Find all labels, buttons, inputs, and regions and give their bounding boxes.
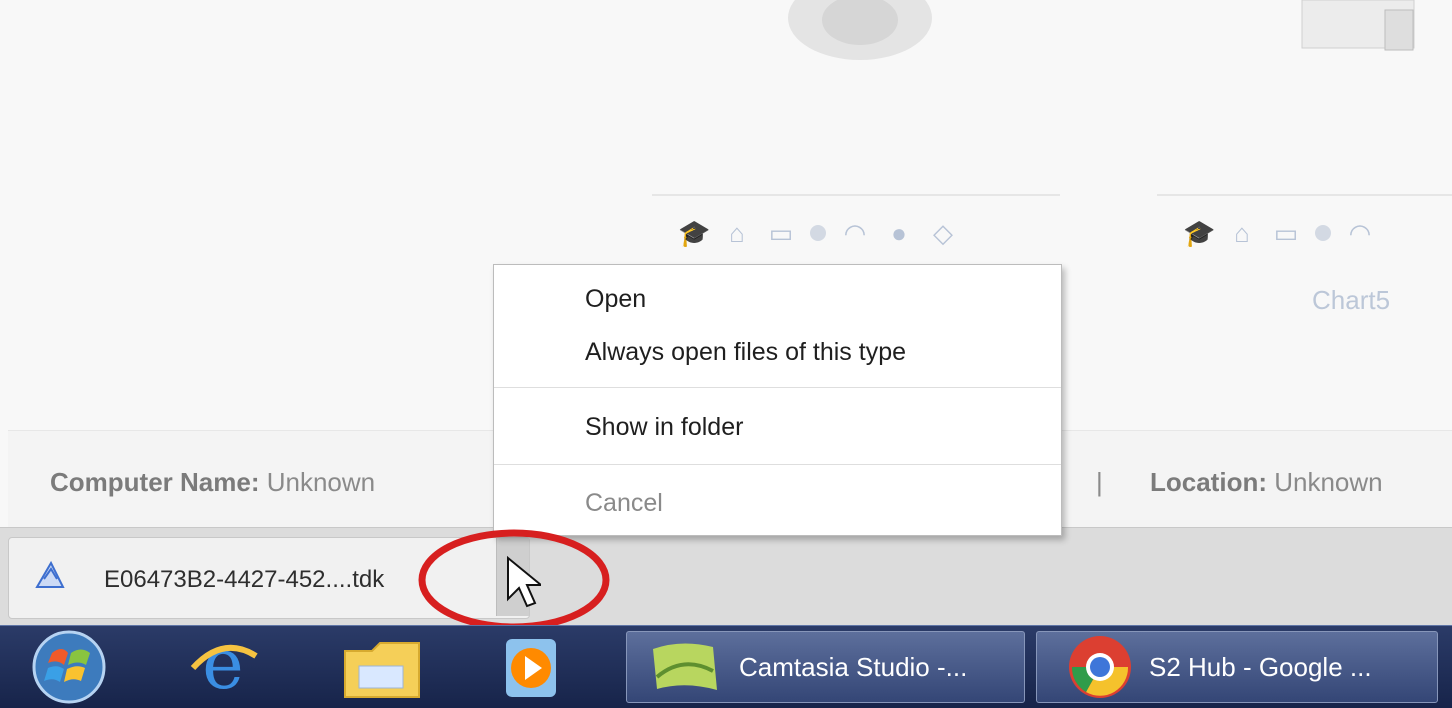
download-file-icon	[35, 560, 65, 588]
status-dot	[1315, 225, 1331, 241]
download-context-menu: Open Always open files of this type Show…	[493, 264, 1062, 536]
info-separator: |	[1096, 467, 1103, 497]
status-icons-left: 🎓 ⌂ ▭ ◠ ● ◇	[678, 218, 958, 248]
internet-explorer-icon[interactable]: e	[178, 630, 268, 706]
location-label: Location:	[1150, 467, 1267, 497]
menu-separator	[494, 387, 1061, 388]
monitor-icon: ▭	[1273, 218, 1299, 248]
taskbar-chrome-label: S2 Hub - Google ...	[1149, 652, 1372, 682]
menu-item-always-open[interactable]: Always open files of this type	[585, 338, 906, 367]
chrome-icon	[1069, 636, 1131, 698]
folder-icon[interactable]	[337, 631, 427, 707]
taskbar-camtasia-label: Camtasia Studio -...	[739, 652, 968, 682]
camtasia-icon	[653, 643, 717, 690]
wifi-icon: ◠	[843, 218, 867, 248]
monitor-icon: ▭	[768, 218, 794, 248]
computer-name-value: Unknown	[266, 467, 376, 497]
taskbar-camtasia[interactable]: Camtasia Studio -...	[626, 631, 1025, 703]
chart-label: Chart5	[1312, 285, 1391, 315]
top-left-partial-icon	[788, 0, 932, 60]
home-icon: ⌂	[729, 218, 745, 248]
graduation-cap-icon: 🎓	[678, 218, 711, 248]
download-file-name[interactable]: E06473B2-4427-452....tdk	[104, 566, 384, 594]
location-value: Unknown	[1274, 467, 1383, 497]
taskbar-chrome[interactable]: S2 Hub - Google ...	[1036, 631, 1438, 703]
media-player-icon[interactable]	[500, 631, 570, 707]
computer-name-info: Computer Name: Unknown	[50, 467, 375, 498]
status-icons-right: 🎓 ⌂ ▭ ◠	[1183, 218, 1375, 248]
chat-icon: ◇	[933, 218, 953, 248]
wifi-icon: ◠	[1348, 218, 1372, 248]
svg-text:e: e	[202, 630, 243, 705]
computer-name-label: Computer Name:	[50, 467, 260, 497]
menu-item-open[interactable]: Open	[585, 285, 646, 314]
home-icon: ⌂	[1234, 218, 1250, 248]
location-info: Location: Unknown	[1150, 467, 1383, 498]
status-dot	[810, 225, 826, 241]
menu-separator	[494, 464, 1061, 465]
circle-icon: ●	[891, 218, 907, 248]
graduation-cap-icon: 🎓	[1183, 218, 1216, 248]
download-shelf: E06473B2-4427-452....tdk	[0, 527, 1452, 626]
top-right-partial-icon	[1301, 0, 1415, 51]
card-divider-right	[1157, 194, 1452, 196]
mouse-cursor-icon	[507, 555, 541, 608]
menu-item-show-in-folder[interactable]: Show in folder	[585, 413, 743, 442]
card-divider-left	[652, 194, 1060, 196]
windows-taskbar: e Camtasia Studio -... S2 Hub - Google .…	[0, 625, 1452, 708]
menu-item-cancel[interactable]: Cancel	[585, 489, 663, 518]
start-orb-icon[interactable]	[24, 629, 114, 705]
